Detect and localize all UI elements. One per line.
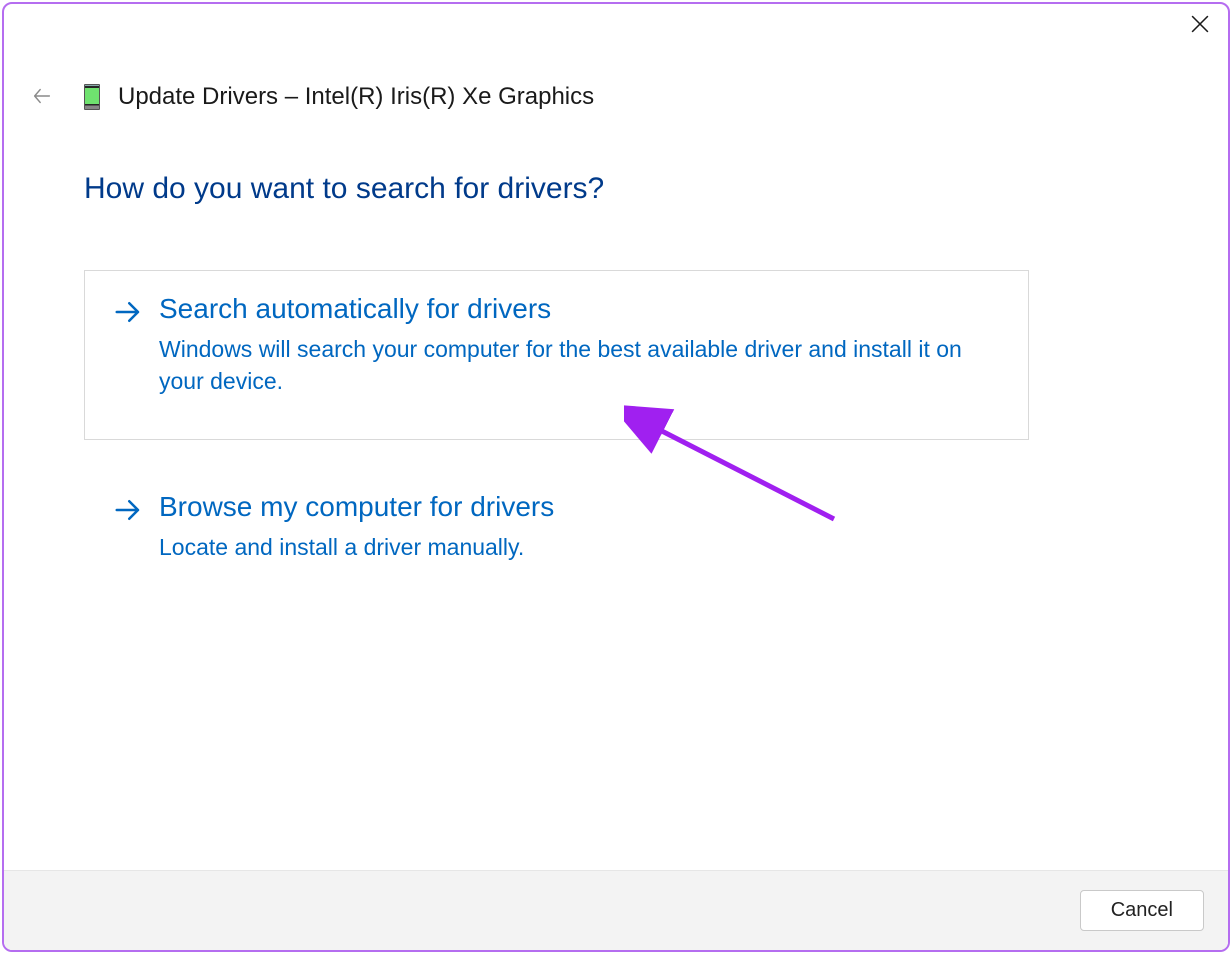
- option-body: Browse my computer for drivers Locate an…: [159, 491, 554, 563]
- dialog-footer: Cancel: [4, 870, 1228, 950]
- option-description: Locate and install a driver manually.: [159, 531, 554, 563]
- arrow-right-icon: [113, 495, 145, 527]
- option-description: Windows will search your computer for th…: [159, 333, 989, 397]
- close-icon: [1191, 15, 1209, 38]
- update-drivers-dialog: Update Drivers – Intel(R) Iris(R) Xe Gra…: [2, 2, 1230, 952]
- dialog-title: Update Drivers – Intel(R) Iris(R) Xe Gra…: [118, 83, 594, 111]
- dialog-content: How do you want to search for drivers? S…: [4, 112, 1228, 870]
- titlebar: [1172, 4, 1228, 54]
- dialog-header: Update Drivers – Intel(R) Iris(R) Xe Gra…: [4, 4, 1228, 112]
- option-title: Search automatically for drivers: [159, 293, 989, 325]
- page-heading: How do you want to search for drivers?: [84, 172, 1148, 206]
- option-browse-computer[interactable]: Browse my computer for drivers Locate an…: [84, 468, 1029, 606]
- close-button[interactable]: [1172, 4, 1228, 48]
- device-icon: [84, 84, 100, 110]
- cancel-button[interactable]: Cancel: [1080, 890, 1204, 931]
- option-search-automatically[interactable]: Search automatically for drivers Windows…: [84, 270, 1029, 440]
- option-body: Search automatically for drivers Windows…: [159, 293, 989, 397]
- back-arrow-icon: [31, 85, 53, 112]
- back-button[interactable]: [28, 84, 56, 112]
- arrow-right-icon: [113, 297, 145, 329]
- option-title: Browse my computer for drivers: [159, 491, 554, 523]
